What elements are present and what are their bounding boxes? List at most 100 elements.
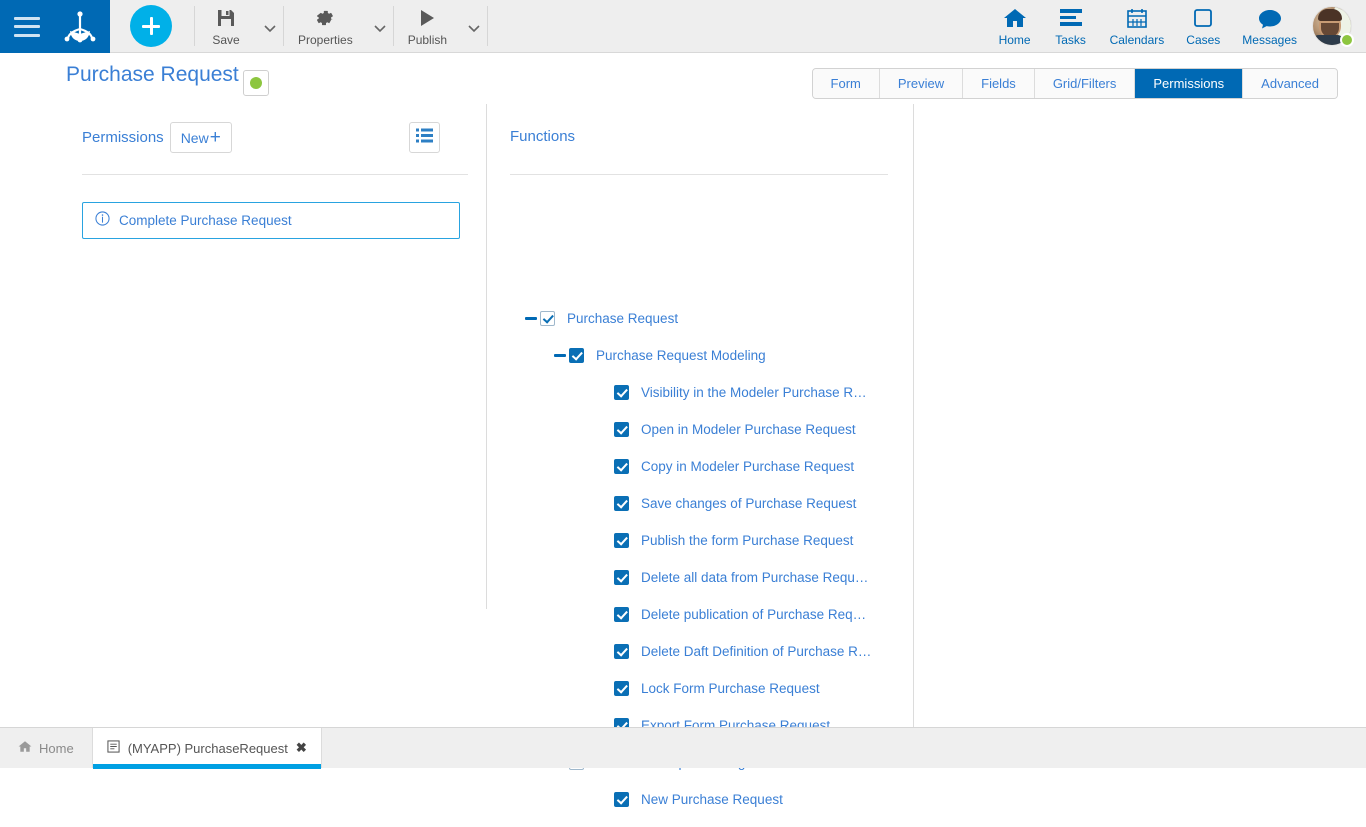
document-icon bbox=[107, 740, 120, 756]
tree-checkbox[interactable] bbox=[614, 607, 629, 622]
nav-calendars[interactable]: Calendars bbox=[1099, 0, 1176, 52]
tree-node-label: Delete Daft Definition of Purchase R… bbox=[641, 644, 871, 659]
tab-grid-filters[interactable]: Grid/Filters bbox=[1035, 69, 1136, 98]
top-toolbar: Save Properties Publish bbox=[0, 0, 1366, 53]
taskbar-home-button[interactable]: Home bbox=[0, 728, 93, 768]
tree-checkbox[interactable] bbox=[614, 681, 629, 696]
list-view-icon bbox=[416, 128, 433, 148]
tree-node-label: Purchase Request bbox=[567, 311, 678, 326]
tree-node-label: Publish the form Purchase Request bbox=[641, 533, 853, 548]
tree-row[interactable]: New Purchase Request bbox=[486, 781, 913, 818]
tree-checkbox[interactable] bbox=[614, 385, 629, 400]
nav-calendars-label: Calendars bbox=[1110, 33, 1165, 47]
taskbar-tab-purchaserequest[interactable]: (MYAPP) PurchaseRequest ✖ bbox=[93, 728, 322, 768]
tree-checkbox[interactable] bbox=[614, 496, 629, 511]
tab-fields[interactable]: Fields bbox=[963, 69, 1035, 98]
tab-advanced[interactable]: Advanced bbox=[1243, 69, 1337, 98]
collapse-minus-icon[interactable] bbox=[522, 310, 540, 328]
permissions-divider bbox=[82, 174, 468, 175]
tree-row[interactable]: Visibility in the Modeler Purchase R… bbox=[486, 374, 913, 411]
tree-toggle-placeholder bbox=[596, 569, 614, 587]
properties-label: Properties bbox=[298, 33, 353, 47]
nav-home[interactable]: Home bbox=[987, 0, 1043, 52]
info-circle-icon bbox=[95, 211, 110, 231]
permissions-header: Permissions New + bbox=[82, 122, 232, 153]
tree-checkbox[interactable] bbox=[614, 644, 629, 659]
tree-checkbox[interactable] bbox=[614, 533, 629, 548]
tab-preview[interactable]: Preview bbox=[880, 69, 963, 98]
hamburger-icon[interactable] bbox=[14, 17, 40, 37]
save-tool-group: Save bbox=[195, 0, 283, 52]
collapse-minus-icon[interactable] bbox=[551, 347, 569, 365]
nav-messages[interactable]: Messages bbox=[1231, 0, 1308, 52]
publish-button[interactable]: Publish bbox=[394, 0, 461, 52]
list-view-button[interactable] bbox=[409, 122, 440, 153]
tab-permissions[interactable]: Permissions bbox=[1135, 69, 1243, 98]
tree-checkbox[interactable] bbox=[614, 792, 629, 807]
publish-caret-icon[interactable] bbox=[461, 0, 487, 52]
new-permission-label: New bbox=[181, 130, 209, 146]
toolbar-spacer bbox=[488, 0, 987, 52]
functions-divider bbox=[510, 174, 888, 175]
tree-checkbox[interactable] bbox=[614, 459, 629, 474]
page-title: Purchase Request bbox=[66, 63, 239, 87]
bottom-taskbar: Home (MYAPP) PurchaseRequest ✖ bbox=[0, 727, 1366, 768]
bizagi-logo-icon[interactable] bbox=[60, 7, 100, 47]
tree-toggle-placeholder bbox=[596, 495, 614, 513]
tree-row[interactable]: Crear Versión de Purchase Request bbox=[486, 818, 913, 827]
tree-row[interactable]: Delete Daft Definition of Purchase R… bbox=[486, 633, 913, 670]
active-tab-underline bbox=[93, 764, 321, 769]
save-caret-icon[interactable] bbox=[257, 0, 283, 52]
new-permission-button[interactable]: New + bbox=[170, 122, 232, 153]
plus-icon: + bbox=[210, 128, 221, 147]
tree-node-label: Save changes of Purchase Request bbox=[641, 496, 856, 511]
tree-node-label: Purchase Request Modeling bbox=[596, 348, 766, 363]
publish-label: Publish bbox=[408, 33, 447, 47]
permissions-title: Permissions bbox=[82, 129, 164, 146]
content-area: Permissions New + bbox=[0, 100, 1366, 727]
tree-node-label: New Purchase Request bbox=[641, 792, 783, 807]
avatar-wrapper[interactable] bbox=[1308, 0, 1360, 52]
brand-block bbox=[0, 0, 110, 53]
tree-row[interactable]: Delete all data from Purchase Requ… bbox=[486, 559, 913, 596]
avatar-hair bbox=[1318, 9, 1342, 21]
tree-node-label: Visibility in the Modeler Purchase R… bbox=[641, 385, 867, 400]
play-triangle-icon bbox=[416, 6, 438, 30]
tree-toggle-placeholder bbox=[596, 643, 614, 661]
tree-node-label: Open in Modeler Purchase Request bbox=[641, 422, 856, 437]
home-icon bbox=[18, 740, 32, 756]
tab-form[interactable]: Form bbox=[813, 69, 880, 98]
published-green-dot bbox=[250, 77, 262, 89]
tree-row[interactable]: Purchase Request bbox=[486, 300, 913, 337]
tree-row[interactable]: Open in Modeler Purchase Request bbox=[486, 411, 913, 448]
minus-glyph bbox=[525, 317, 537, 320]
functions-title: Functions bbox=[510, 128, 575, 145]
state-indicator-box[interactable] bbox=[243, 70, 269, 96]
add-new-button[interactable] bbox=[130, 5, 172, 47]
tree-row[interactable]: Purchase Request Modeling bbox=[486, 337, 913, 374]
top-nav: Home Tasks Calendars bbox=[987, 0, 1366, 52]
permission-item-label: Complete Purchase Request bbox=[119, 213, 292, 228]
tree-row[interactable]: Delete publication of Purchase Req… bbox=[486, 596, 913, 633]
tree-checkbox[interactable] bbox=[614, 570, 629, 585]
close-icon[interactable]: ✖ bbox=[296, 740, 307, 756]
taskbar-home-label: Home bbox=[39, 741, 74, 756]
taskbar-tab-label: (MYAPP) PurchaseRequest bbox=[128, 741, 288, 756]
publish-tool-group: Publish bbox=[394, 0, 487, 52]
nav-cases[interactable]: Cases bbox=[1175, 0, 1231, 52]
tree-row[interactable]: Publish the form Purchase Request bbox=[486, 522, 913, 559]
properties-caret-icon[interactable] bbox=[367, 0, 393, 52]
tree-row[interactable]: Lock Form Purchase Request bbox=[486, 670, 913, 707]
tree-row[interactable]: Copy in Modeler Purchase Request bbox=[486, 448, 913, 485]
nav-tasks[interactable]: Tasks bbox=[1043, 0, 1099, 52]
properties-button[interactable]: Properties bbox=[284, 0, 367, 52]
tree-checkbox[interactable] bbox=[569, 348, 584, 363]
tree-checkbox[interactable] bbox=[614, 422, 629, 437]
permission-item-complete-purchase-request[interactable]: Complete Purchase Request bbox=[82, 202, 460, 239]
tree-row[interactable]: Save changes of Purchase Request bbox=[486, 485, 913, 522]
tree-node-label: Copy in Modeler Purchase Request bbox=[641, 459, 854, 474]
save-button[interactable]: Save bbox=[195, 0, 257, 52]
tasks-list-icon bbox=[1059, 6, 1083, 30]
tree-checkbox[interactable] bbox=[540, 311, 555, 326]
save-label: Save bbox=[212, 33, 239, 47]
